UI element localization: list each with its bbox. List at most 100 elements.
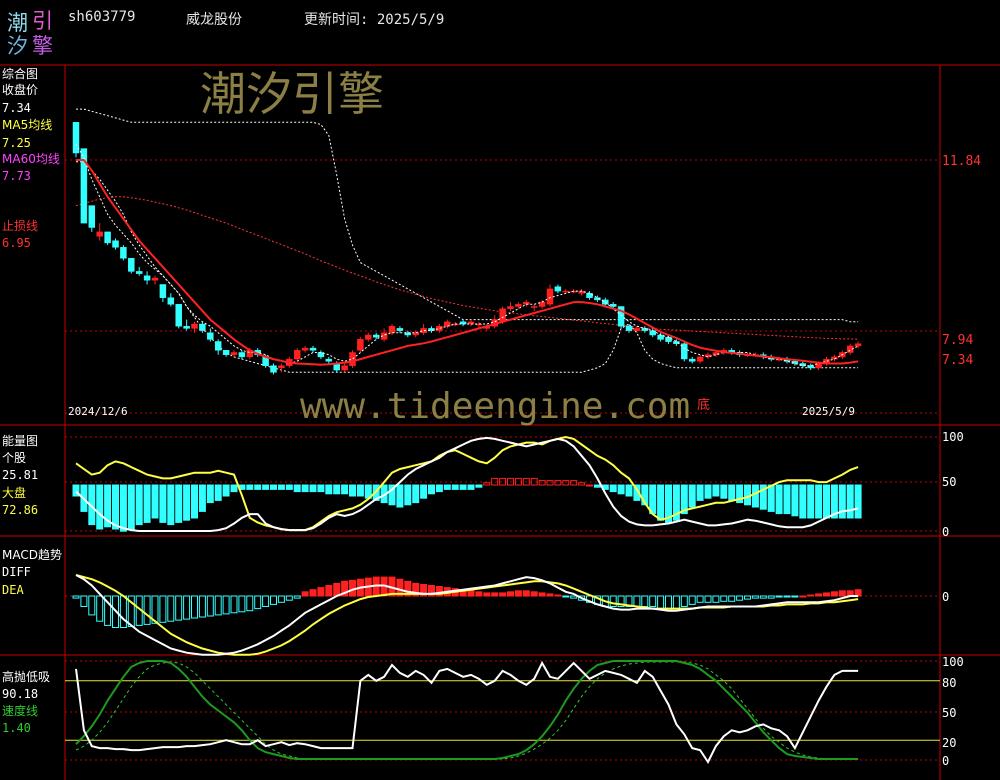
logo-char-3: 汐: [7, 34, 28, 58]
p1-ma60-value: 7.73: [2, 169, 31, 183]
p3-macd-bar-32: [325, 585, 333, 597]
p2-energy-bar-42: [404, 484, 412, 506]
p2-energy-bar-50: [467, 484, 475, 490]
p2-energy-bar-52: [483, 482, 491, 486]
p3-macd-bar-74: [657, 595, 665, 610]
p1-candle-body-29: [301, 347, 309, 351]
p2-energy-bar-30: [309, 484, 317, 493]
p2-stock-name: 个股: [2, 451, 27, 465]
p2-title: 能量图: [2, 434, 39, 448]
p1-candle-body-4: [104, 231, 111, 244]
p2-energy-bar-91: [791, 484, 799, 517]
p1-candle-body-73: [649, 330, 656, 336]
p3-macd-bar-54: [499, 592, 507, 597]
p3-macd-bar-24: [262, 595, 270, 607]
p2-energy-bar-29: [301, 484, 309, 493]
p2-energy-bar-8: [135, 484, 143, 526]
p1-candle-body-25: [270, 365, 277, 373]
p3-macd-bar-13: [175, 595, 183, 621]
p1-candle-body-26: [278, 365, 285, 369]
p3-macd-bar-51: [475, 591, 483, 597]
p2-energy-bar-90: [783, 484, 791, 515]
p3-diff-line: [75, 574, 859, 656]
p3-title: MACD趋势: [2, 548, 62, 562]
p1-candle-body-9: [143, 275, 151, 281]
p2-energy-bar-15: [191, 484, 198, 519]
p1-candle-body-54: [499, 308, 506, 323]
p3-macd-bar-30: [309, 589, 317, 597]
p4-ytick-20: 20: [942, 736, 957, 750]
p3-macd-bar-85: [744, 595, 751, 600]
p2-energy-bar-24: [262, 484, 270, 490]
p1-ytick-1: 11.84: [942, 154, 982, 169]
p1-candle-body-35: [349, 352, 356, 366]
p4-speed-name: 速度线: [2, 704, 39, 718]
p1-candle-body-21: [238, 352, 246, 358]
p3-macd-bar-92: [799, 595, 807, 598]
p3-macd-bar-53: [491, 592, 499, 597]
p2-energy-bar-98: [846, 484, 854, 519]
p2-energy-bar-46: [435, 484, 443, 493]
p4-ytick-0: 0: [942, 754, 950, 768]
p1-bottom-annotation: 底: [697, 398, 711, 413]
p1-candle-body-17: [207, 332, 214, 340]
p1-stop-name: 止损线: [2, 219, 39, 233]
p2-energy-bar-19: [222, 484, 230, 497]
p3-macd-bar-22: [246, 595, 254, 612]
p2-energy-bar-5: [112, 484, 119, 530]
p2-energy-bar-59: [538, 480, 546, 486]
p2-energy-bar-93: [807, 484, 815, 519]
p1-candle-body-6: [120, 247, 127, 259]
p1-candle-body-74: [657, 334, 664, 340]
p3-macd-bar-87: [759, 595, 767, 599]
p1-candle-body-79: [696, 356, 704, 362]
p2-energy-bar-73: [649, 484, 657, 515]
p1-title: 综合图: [2, 67, 39, 81]
p2-stock-value: 25.81: [2, 468, 39, 482]
p2-energy-bar-61: [554, 480, 562, 486]
p3-macd-bar-94: [815, 593, 823, 597]
p3-macd-bar-71: [633, 595, 641, 607]
p3-dea-line: [75, 574, 859, 656]
p2-energy-bar-68: [609, 484, 617, 493]
watermark-url: www.tideengine.com: [300, 386, 691, 427]
p1-candle-body-11: [159, 284, 167, 298]
p3-macd-bar-73: [649, 595, 657, 607]
p2-energy-bar-45: [428, 484, 435, 495]
p2-energy-bar-17: [206, 484, 214, 504]
p1-candle-body-41: [396, 328, 404, 331]
p2-energy-bar-65: [586, 484, 593, 487]
p3-macd-bar-79: [696, 595, 704, 603]
p2-energy-bar-74: [657, 484, 665, 521]
p4-value: 90.18: [2, 687, 39, 701]
update-time: 更新时间: 2025/5/9: [304, 12, 445, 28]
p2-energy-bar-41: [396, 484, 404, 508]
p3-macd-bar-59: [538, 592, 546, 597]
p3-ytick-0: 0: [942, 590, 950, 604]
p3-macd-bar-96: [830, 591, 838, 597]
p3-macd-bar-17: [206, 595, 214, 617]
p1-candle-body-58: [530, 306, 538, 308]
p2-energy-bar-20: [230, 484, 238, 493]
p2-energy-bar-83: [728, 484, 736, 501]
p4-ytick-100: 100: [942, 655, 964, 669]
p2-energy-bar-69: [617, 484, 625, 495]
p3-macd-bar-86: [751, 595, 759, 599]
p2-energy-bar-3: [96, 484, 104, 530]
p3-diff-name: DIFF: [2, 565, 31, 579]
p3-macd-bar-28: [293, 595, 301, 599]
p2-energy-bar-31: [317, 484, 325, 493]
p2-energy-bar-33: [333, 484, 341, 495]
p1-ytick-2: 7.94: [942, 333, 974, 348]
p2-energy-bar-79: [696, 484, 704, 501]
p2-ytick-50: 50: [942, 475, 957, 489]
p1-candle-body-99: [854, 343, 862, 347]
logo-char-4: 擎: [32, 34, 53, 58]
p2-energy-bar-43: [412, 484, 420, 504]
p2-ytick-100: 100: [942, 430, 964, 444]
p3-dea-name: DEA: [2, 583, 24, 597]
chart-stage: { "brand": {"c1": "潮", "c2": "引", "c3": …: [0, 0, 1000, 780]
p2-energy-bar-92: [799, 484, 807, 519]
p2-energy-bar-11: [159, 484, 167, 523]
p2-energy-bar-66: [593, 484, 601, 488]
